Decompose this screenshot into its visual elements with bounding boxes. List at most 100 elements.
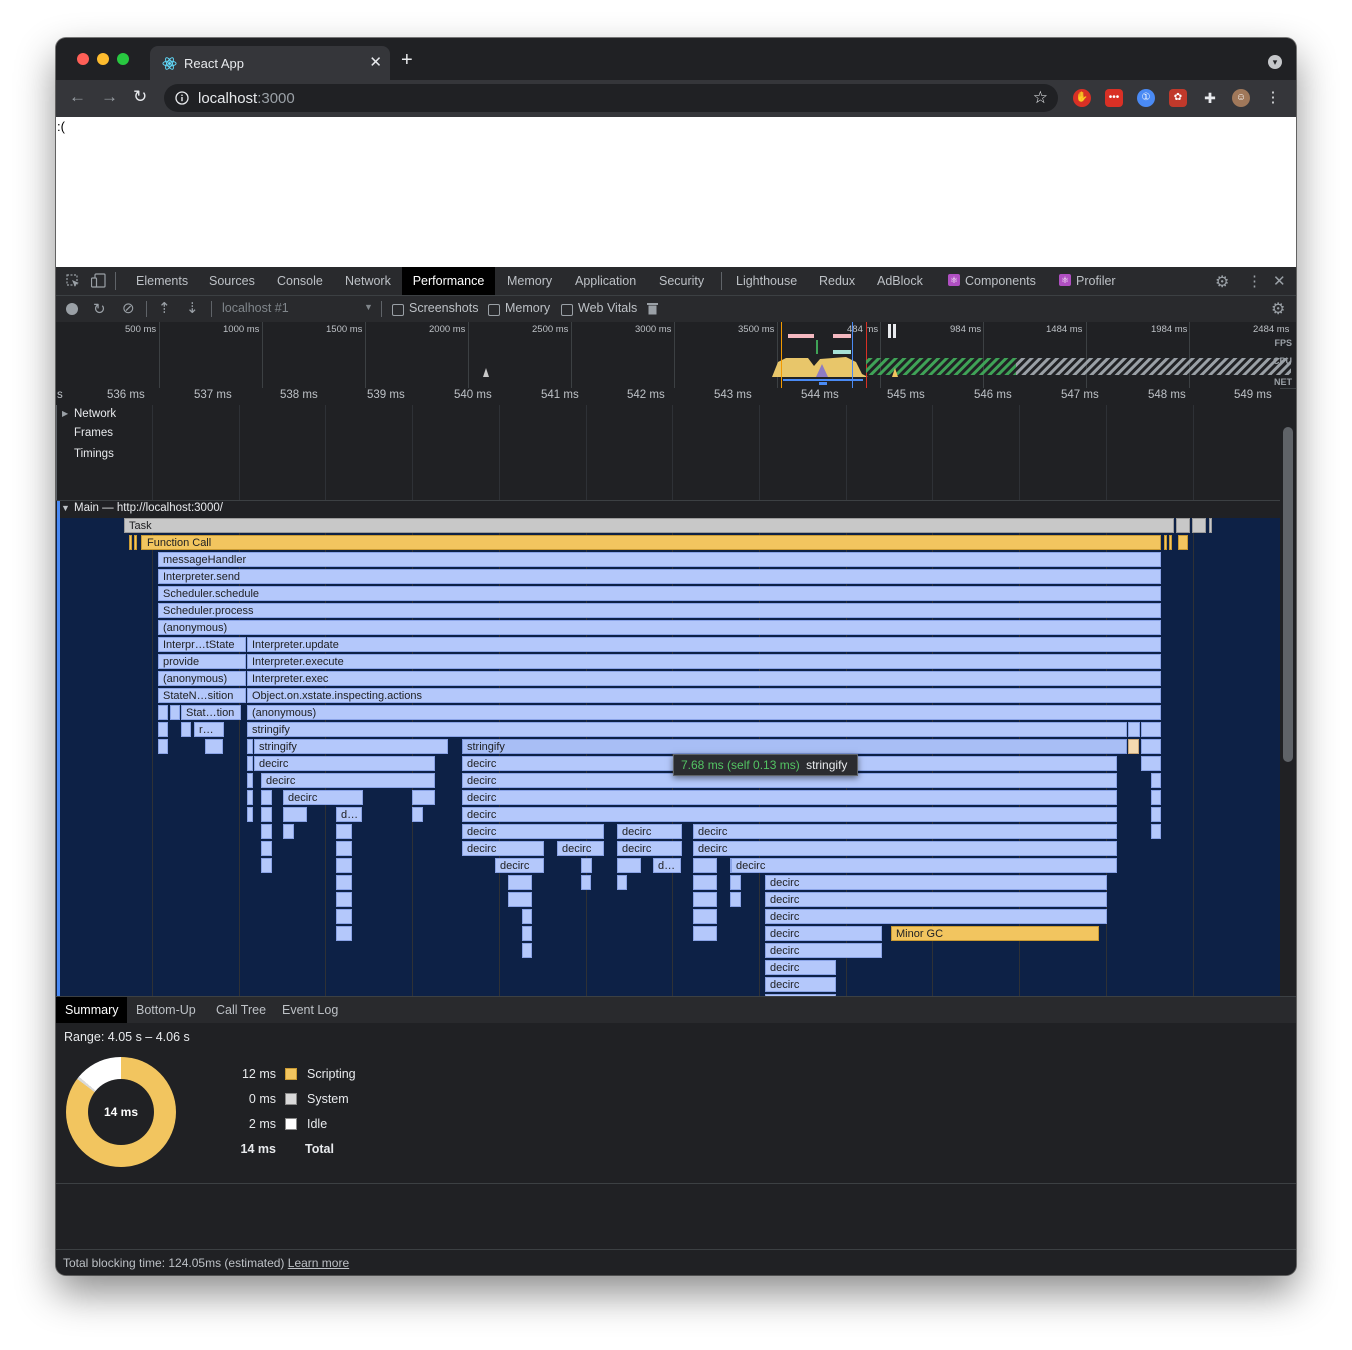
call-bar[interactable]: [247, 756, 253, 771]
call-bar[interactable]: [522, 909, 532, 924]
interpreter-update-bar[interactable]: Interpreter.update: [247, 637, 1161, 652]
clear-icon[interactable]: ⊘: [122, 299, 135, 317]
call-bar[interactable]: [1141, 739, 1161, 754]
decirc-bar[interactable]: decirc: [462, 807, 1117, 822]
tab-components[interactable]: Components: [955, 267, 1046, 295]
decirc-bar[interactable]: decirc: [462, 790, 1117, 805]
function-call-bar[interactable]: [134, 535, 137, 550]
tab-sources[interactable]: Sources: [199, 267, 265, 295]
call-bar[interactable]: [247, 807, 253, 822]
call-bar[interactable]: [336, 858, 352, 873]
call-bar[interactable]: [1128, 739, 1139, 754]
inspect-element-icon[interactable]: [66, 274, 80, 288]
tab-summary[interactable]: Summary: [56, 997, 127, 1023]
stat-tion-bar[interactable]: Stat…tion: [181, 705, 241, 720]
call-bar[interactable]: [1141, 756, 1161, 771]
scheduler-process-bar[interactable]: Scheduler.process: [158, 603, 1161, 618]
call-bar[interactable]: [261, 807, 272, 822]
collapse-arrow-icon[interactable]: ▼: [61, 503, 70, 513]
extensions-puzzle-icon[interactable]: ✚: [1201, 89, 1219, 107]
web-vitals-checkbox[interactable]: [561, 304, 573, 316]
forward-arrow-icon[interactable]: →: [101, 87, 118, 107]
call-bar[interactable]: [261, 858, 272, 873]
timeline-overview[interactable]: 500 ms 1000 ms 1500 ms 2000 ms 2500 ms 3…: [56, 322, 1296, 389]
device-toolbar-icon[interactable]: [91, 273, 106, 288]
call-bar[interactable]: [283, 807, 307, 822]
tab-adblock[interactable]: AdBlock: [867, 267, 933, 295]
download-profile-icon[interactable]: ⇣: [186, 299, 199, 317]
record-icon[interactable]: [66, 303, 78, 315]
tab-lighthouse[interactable]: Lighthouse: [726, 267, 807, 295]
call-bar[interactable]: [336, 824, 352, 839]
task-bar[interactable]: Task: [124, 518, 1174, 533]
call-bar[interactable]: [1128, 722, 1140, 737]
d-ellipsis-bar[interactable]: d…: [336, 807, 362, 822]
interpr-tstate-bar[interactable]: Interpr…tState: [158, 637, 246, 652]
profile-avatar[interactable]: ☺: [1232, 89, 1250, 107]
r-ellipsis-bar[interactable]: r…: [194, 722, 224, 737]
anonymous-bar[interactable]: (anonymous): [247, 705, 1161, 720]
tab-elements[interactable]: Elements: [126, 267, 198, 295]
call-bar[interactable]: [693, 926, 717, 941]
tab-search-icon[interactable]: ▾: [1268, 55, 1282, 69]
decirc-bar[interactable]: decirc: [495, 858, 544, 873]
call-bar[interactable]: [693, 892, 717, 907]
call-bar[interactable]: [261, 790, 272, 805]
call-bar[interactable]: [508, 892, 532, 907]
garbage-collect-trash-icon[interactable]: [647, 302, 658, 315]
function-call-bar[interactable]: [1169, 535, 1172, 550]
call-bar[interactable]: [522, 943, 532, 958]
decirc-bar[interactable]: decirc: [617, 841, 682, 856]
task-bar[interactable]: [1192, 518, 1206, 533]
back-arrow-icon[interactable]: ←: [69, 87, 86, 107]
decirc-bar[interactable]: decirc: [557, 841, 604, 856]
call-bar[interactable]: [412, 790, 435, 805]
minimize-window-button[interactable]: [97, 53, 109, 65]
task-bar[interactable]: [1176, 518, 1190, 533]
call-bar[interactable]: [617, 875, 627, 890]
decirc-bar[interactable]: decirc: [765, 892, 1107, 907]
call-bar[interactable]: [181, 722, 191, 737]
minor-gc-bar[interactable]: Minor GC: [891, 926, 1099, 941]
call-bar[interactable]: [261, 824, 272, 839]
frames-track[interactable]: Frames: [56, 426, 1280, 445]
settings-gear-icon[interactable]: ⚙: [1215, 272, 1229, 292]
reload-profile-icon[interactable]: ↻: [93, 300, 106, 318]
info-icon[interactable]: [175, 91, 189, 105]
call-bar[interactable]: [1141, 722, 1161, 737]
flame-vertical-scrollbar[interactable]: [1280, 405, 1296, 997]
message-handler-bar[interactable]: messageHandler: [158, 552, 1161, 567]
close-window-button[interactable]: [77, 53, 89, 65]
function-call-bar[interactable]: [1178, 535, 1188, 550]
decirc-bar[interactable]: decirc: [765, 926, 882, 941]
profile-select[interactable]: localhost #1: [222, 301, 289, 315]
decirc-bar[interactable]: decirc: [731, 858, 1117, 873]
anonymous-bar[interactable]: (anonymous): [158, 671, 246, 686]
call-bar[interactable]: [508, 875, 532, 890]
lastpass-extension-icon[interactable]: •••: [1105, 89, 1123, 107]
decirc-bar[interactable]: decirc: [283, 790, 363, 805]
decirc-bar[interactable]: decirc: [765, 875, 1107, 890]
network-track[interactable]: ▶ Network: [56, 407, 1280, 425]
interpreter-execute-bar[interactable]: Interpreter.execute: [247, 654, 1161, 669]
task-bar[interactable]: [1209, 518, 1212, 533]
call-bar[interactable]: [336, 875, 352, 890]
decirc-bar[interactable]: decirc: [765, 977, 836, 992]
call-bar[interactable]: [336, 909, 352, 924]
scheduler-schedule-bar[interactable]: Scheduler.schedule: [158, 586, 1161, 601]
reload-icon[interactable]: ↻: [133, 87, 147, 107]
call-bar[interactable]: [247, 773, 253, 788]
interpreter-send-bar[interactable]: Interpreter.send: [158, 569, 1161, 584]
object-actions-bar[interactable]: Object.on.xstate.inspecting.actions: [247, 688, 1161, 703]
upload-profile-icon[interactable]: ⇡: [158, 299, 171, 317]
onepassword-extension-icon[interactable]: ①: [1137, 89, 1155, 107]
tab-performance[interactable]: Performance: [402, 267, 495, 295]
browser-tab[interactable]: React App ✕: [150, 46, 390, 80]
capture-settings-gear-icon[interactable]: ⚙: [1271, 299, 1285, 319]
staten-sition-bar[interactable]: StateN…sition: [158, 688, 246, 703]
tab-close-icon[interactable]: ✕: [369, 53, 382, 71]
decirc-bar[interactable]: decirc: [254, 756, 435, 771]
call-bar[interactable]: [730, 892, 741, 907]
call-bar[interactable]: [1151, 773, 1161, 788]
function-call-bar[interactable]: [1164, 535, 1167, 550]
